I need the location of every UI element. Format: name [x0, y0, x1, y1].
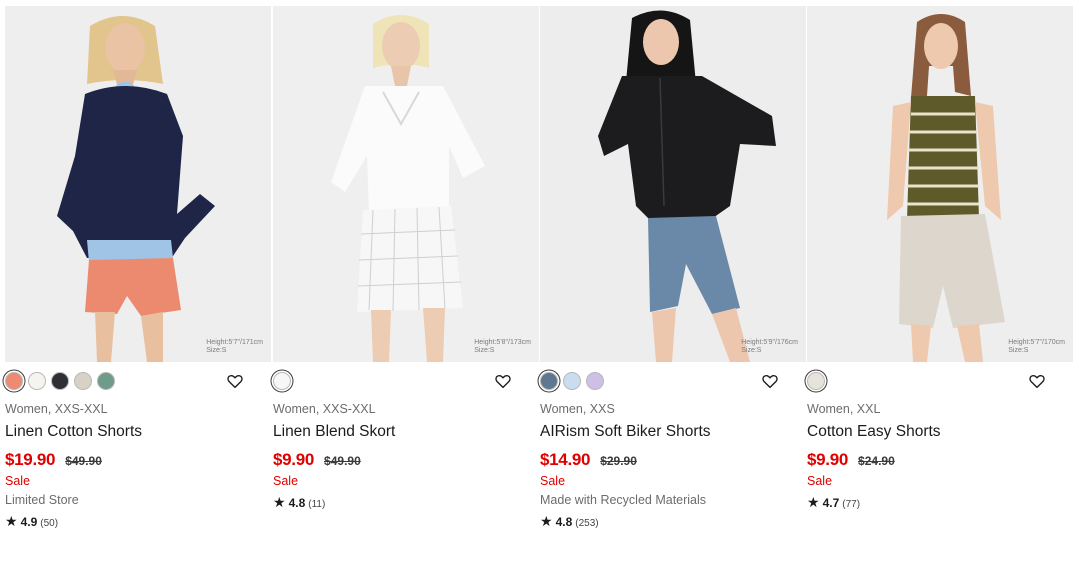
color-swatches: [807, 372, 825, 392]
color-swatch[interactable]: [74, 372, 92, 390]
product-image[interactable]: Height:5'7"/170cm Size:S: [807, 6, 1073, 362]
product-card[interactable]: Height:5'7"/170cm Size:S Women, XXL Cott…: [807, 6, 1073, 546]
price-row: $14.90 $29.90: [540, 450, 637, 470]
rating-value: 4.9: [20, 515, 38, 529]
heart-outline-icon[interactable]: [1028, 372, 1046, 390]
original-price: $49.90: [324, 454, 361, 468]
product-flag: Made with Recycled Materials: [540, 493, 707, 507]
product-card[interactable]: Height:5'7"/171cm Size:S Women, XXS-XXL …: [5, 6, 271, 546]
product-meta: Women, XXS: [540, 402, 615, 416]
review-count: (77): [842, 499, 861, 510]
color-swatch[interactable]: [273, 372, 291, 390]
sale-price: $19.90: [5, 450, 56, 469]
model-size-note: Height:5'7"/171cm Size:S: [206, 339, 263, 354]
star-icon: ★: [273, 494, 286, 510]
color-swatches: [540, 372, 604, 392]
sale-price: $9.90: [807, 450, 849, 469]
heart-outline-icon[interactable]: [494, 372, 512, 390]
star-icon: ★: [807, 494, 820, 510]
model-photo: [273, 6, 539, 362]
product-grid: Height:5'7"/171cm Size:S Women, XXS-XXL …: [5, 6, 1075, 566]
rating-value: 4.8: [288, 496, 306, 510]
product-image[interactable]: Height:5'7"/171cm Size:S: [5, 6, 271, 362]
color-swatch[interactable]: [97, 372, 115, 390]
color-swatch[interactable]: [563, 372, 581, 390]
product-meta: Women, XXS-XXL: [5, 402, 108, 416]
model-photo: [5, 6, 271, 362]
color-swatch[interactable]: [5, 372, 23, 390]
price-row: $19.90 $49.90: [5, 450, 102, 470]
rating: ★ 4.9 (50): [5, 513, 58, 530]
product-name[interactable]: Linen Cotton Shorts: [5, 423, 142, 441]
rating-value: 4.7: [822, 496, 840, 510]
original-price: $24.90: [858, 454, 895, 468]
model-size-note: Height:5'9"/176cm Size:S: [741, 339, 798, 354]
star-icon: ★: [5, 513, 18, 529]
rating: ★ 4.7 (77): [807, 494, 860, 511]
review-count: (50): [40, 518, 59, 529]
model-size-note: Height:5'7"/170cm Size:S: [1008, 339, 1065, 354]
product-name[interactable]: AIRism Soft Biker Shorts: [540, 423, 711, 441]
review-count: (11): [308, 499, 326, 510]
color-swatch[interactable]: [28, 372, 46, 390]
color-swatch[interactable]: [51, 372, 69, 390]
color-swatch[interactable]: [540, 372, 558, 390]
sale-label: Sale: [540, 474, 566, 488]
product-card[interactable]: Height:5'9"/176cm Size:S Women, XXS AIRi…: [540, 6, 806, 546]
rating: ★ 4.8 (253): [540, 513, 599, 530]
star-icon: ★: [540, 513, 553, 529]
price-row: $9.90 $49.90: [273, 450, 361, 470]
sale-label: Sale: [5, 474, 31, 488]
color-swatches: [273, 372, 291, 392]
product-image[interactable]: Height:5'8"/173cm Size:S: [273, 6, 539, 362]
price-row: $9.90 $24.90: [807, 450, 895, 470]
model-size-note: Height:5'8"/173cm Size:S: [474, 339, 531, 354]
color-swatches: [5, 372, 115, 392]
sale-price: $14.90: [540, 450, 591, 469]
rating-value: 4.8: [555, 515, 573, 529]
heart-outline-icon[interactable]: [761, 372, 779, 390]
product-card[interactable]: Height:5'8"/173cm Size:S Women, XXS-XXL …: [273, 6, 539, 546]
color-swatch[interactable]: [586, 372, 604, 390]
product-image[interactable]: Height:5'9"/176cm Size:S: [540, 6, 806, 362]
product-name[interactable]: Linen Blend Skort: [273, 423, 395, 441]
review-count: (253): [575, 518, 599, 529]
product-flag: Limited Store: [5, 493, 79, 507]
sale-price: $9.90: [273, 450, 315, 469]
color-swatch[interactable]: [807, 372, 825, 390]
original-price: $49.90: [65, 454, 102, 468]
model-photo: [540, 6, 806, 362]
model-photo: [807, 6, 1073, 362]
sale-label: Sale: [273, 474, 299, 488]
original-price: $29.90: [600, 454, 637, 468]
product-meta: Women, XXL: [807, 402, 881, 416]
sale-label: Sale: [807, 474, 833, 488]
heart-outline-icon[interactable]: [226, 372, 244, 390]
product-name[interactable]: Cotton Easy Shorts: [807, 423, 941, 441]
rating: ★ 4.8 (11): [273, 494, 325, 511]
product-meta: Women, XXS-XXL: [273, 402, 376, 416]
